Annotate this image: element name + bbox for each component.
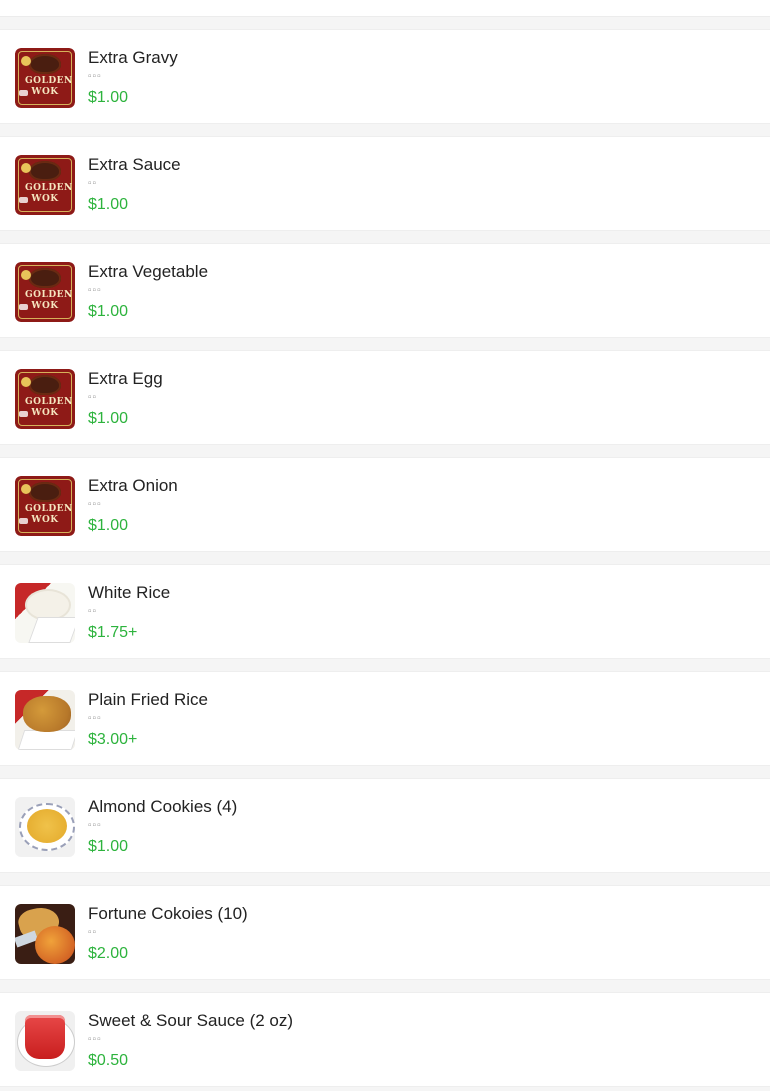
previous-item-card[interactable]: [0, 0, 770, 17]
item-subtitle: ▫▫▫: [88, 1034, 102, 1045]
item-price: $3.00+: [88, 731, 138, 748]
golden-wok-logo-image: GOLDEN WOK: [15, 48, 75, 108]
menu-item-extra-vegetable[interactable]: GOLDEN WOK Extra Vegetable ▫▫▫ $1.00: [0, 243, 770, 338]
menu-item-fortune-cookies[interactable]: Fortune Cokoies (10) ▫▫ $2.00: [0, 885, 770, 980]
item-name: Almond Cookies (4): [88, 797, 238, 816]
item-price: $1.00: [88, 410, 129, 427]
item-subtitle: ▫▫▫: [88, 285, 102, 296]
item-subtitle: ▫▫: [88, 927, 98, 938]
almond-cookie-image: [15, 797, 75, 857]
item-name: White Rice: [88, 583, 171, 602]
fried-rice-image: [15, 690, 75, 750]
item-subtitle: ▫▫▫: [88, 820, 102, 831]
item-subtitle: ▫▫: [88, 178, 98, 189]
item-price: $1.00: [88, 89, 129, 106]
item-subtitle: ▫▫: [88, 606, 98, 617]
item-subtitle: ▫▫▫: [88, 71, 102, 82]
item-name: Fortune Cokoies (10): [88, 904, 248, 923]
golden-wok-logo-image: GOLDEN WOK: [15, 369, 75, 429]
menu-item-white-rice[interactable]: White Rice ▫▫ $1.75+: [0, 564, 770, 659]
item-price: $1.75+: [88, 624, 138, 641]
menu-item-extra-egg[interactable]: GOLDEN WOK Extra Egg ▫▫ $1.00: [0, 350, 770, 445]
item-name: Extra Sauce: [88, 155, 181, 174]
menu-item-plain-fried-rice[interactable]: Plain Fried Rice ▫▫▫ $3.00+: [0, 671, 770, 766]
sauce-cup-image: [15, 1011, 75, 1071]
item-name: Plain Fried Rice: [88, 690, 208, 709]
item-price: $0.50: [88, 1052, 129, 1069]
menu-list: GOLDEN WOK Extra Gravy ▫▫▫ $1.00 GOLDEN WO…: [0, 0, 770, 1091]
item-subtitle: ▫▫▫: [88, 499, 102, 510]
item-subtitle: ▫▫: [88, 392, 98, 403]
item-name: Sweet & Sour Sauce (2 oz): [88, 1011, 294, 1030]
menu-item-extra-gravy[interactable]: GOLDEN WOK Extra Gravy ▫▫▫ $1.00: [0, 29, 770, 124]
item-name: Extra Vegetable: [88, 262, 209, 281]
item-subtitle: ▫▫▫: [88, 713, 102, 724]
item-price: $1.00: [88, 838, 129, 855]
white-rice-image: [15, 583, 75, 643]
menu-item-almond-cookies[interactable]: Almond Cookies (4) ▫▫▫ $1.00: [0, 778, 770, 873]
item-price: $1.00: [88, 196, 129, 213]
menu-item-extra-sauce[interactable]: GOLDEN WOK Extra Sauce ▫▫ $1.00: [0, 136, 770, 231]
menu-item-sweet-sour-sauce[interactable]: Sweet & Sour Sauce (2 oz) ▫▫▫ $0.50: [0, 992, 770, 1087]
item-price: $1.00: [88, 303, 129, 320]
item-price: $2.00: [88, 945, 129, 962]
fortune-cookie-image: [15, 904, 75, 964]
menu-item-extra-onion[interactable]: GOLDEN WOK Extra Onion ▫▫▫ $1.00: [0, 457, 770, 552]
golden-wok-logo-image: GOLDEN WOK: [15, 155, 75, 215]
item-price: $1.00: [88, 517, 129, 534]
item-name: Extra Egg: [88, 369, 163, 388]
item-name: Extra Onion: [88, 476, 178, 495]
golden-wok-logo-image: GOLDEN WOK: [15, 262, 75, 322]
golden-wok-logo-image: GOLDEN WOK: [15, 476, 75, 536]
item-name: Extra Gravy: [88, 48, 178, 67]
